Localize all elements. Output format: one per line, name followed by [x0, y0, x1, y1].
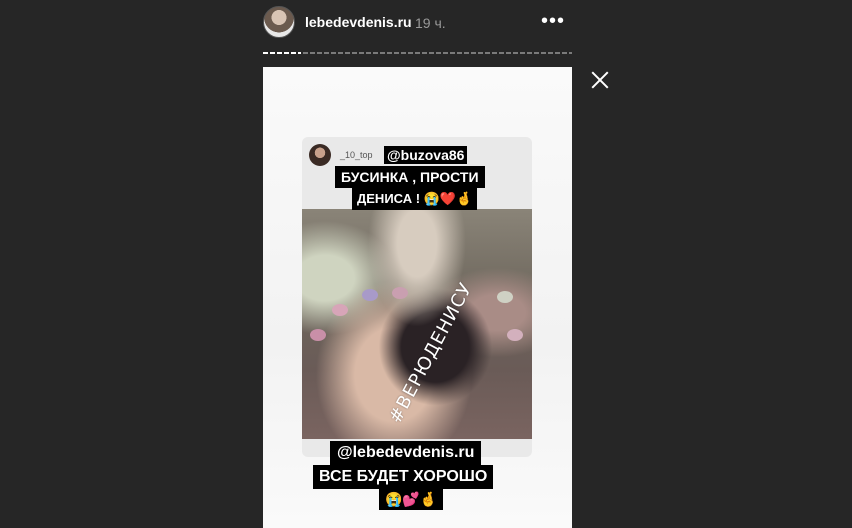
- story-header: lebedevdenis.ru 19 ч. •••: [263, 4, 573, 38]
- caption-line-1: БУСИНКА , ПРОСТИ: [335, 166, 485, 188]
- more-options-icon[interactable]: •••: [541, 11, 565, 31]
- avatar[interactable]: [263, 6, 295, 38]
- progress-segment-current: [263, 52, 301, 54]
- mention-sticker-top[interactable]: @buzova86: [384, 146, 468, 164]
- card-username: _10_top: [340, 150, 373, 160]
- username-link[interactable]: lebedevdenis.ru: [305, 14, 412, 30]
- story-content[interactable]: _10_top @buzova86 БУСИНКА , ПРОСТИ ДЕНИС…: [263, 67, 572, 528]
- mention-sticker-bottom[interactable]: @lebedevdenis.ru: [330, 441, 482, 465]
- timestamp: 19 ч.: [415, 15, 446, 31]
- video-frame: [302, 209, 532, 439]
- caption-line-3: ВСЕ БУДЕТ ХОРОШО: [313, 465, 494, 489]
- story-progress-bar: [263, 52, 572, 54]
- card-avatar: [309, 144, 331, 166]
- close-icon[interactable]: [588, 68, 612, 92]
- progress-segment-remaining: [303, 52, 572, 54]
- emoji-caption: 😭💕🤞: [379, 488, 444, 510]
- caption-line-2: ДЕНИСА ! 😭❤️🤞: [352, 188, 478, 210]
